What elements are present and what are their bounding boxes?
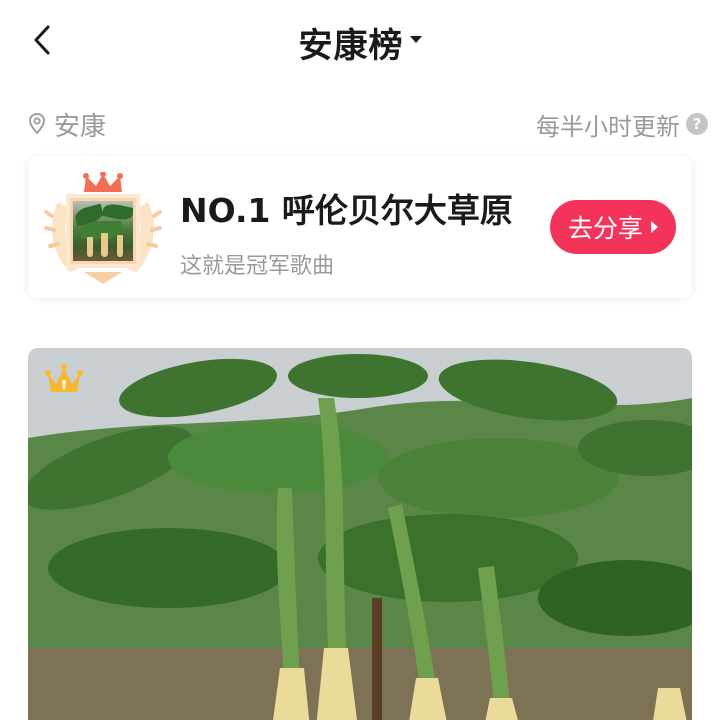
dropdown-caret-icon — [409, 36, 422, 43]
page-title: 安康榜 — [298, 26, 404, 66]
update-info: 每半小时更新 ? — [536, 107, 708, 142]
top-bar: 安康榜 — [0, 0, 720, 84]
location-label: 安康 — [54, 111, 107, 142]
champion-card[interactable]: NO.1 呼伦贝尔大草原 这就是冠军歌曲 去分享 — [28, 156, 692, 298]
share-button[interactable]: 去分享 — [550, 200, 676, 254]
chevron-right-icon — [651, 221, 658, 233]
location-selector[interactable]: 安康 — [28, 106, 106, 143]
crown-icon — [45, 364, 83, 392]
champion-subtitle: 这就是冠军歌曲 — [180, 254, 335, 279]
ranking-selector[interactable]: 安康榜 — [0, 18, 720, 67]
share-label: 去分享 — [567, 214, 643, 243]
top-song-cover-image[interactable] — [28, 348, 692, 720]
plant-photo — [28, 348, 692, 720]
location-row: 安康 每半小时更新 ? — [28, 104, 708, 144]
champion-title: NO.1 呼伦贝尔大草原 — [180, 191, 513, 230]
location-pin-icon — [28, 112, 46, 135]
champion-badge-icon — [44, 172, 162, 288]
update-note: 每半小时更新 — [536, 112, 680, 141]
champion-thumbnail — [70, 198, 136, 264]
help-icon[interactable]: ? — [686, 113, 708, 135]
